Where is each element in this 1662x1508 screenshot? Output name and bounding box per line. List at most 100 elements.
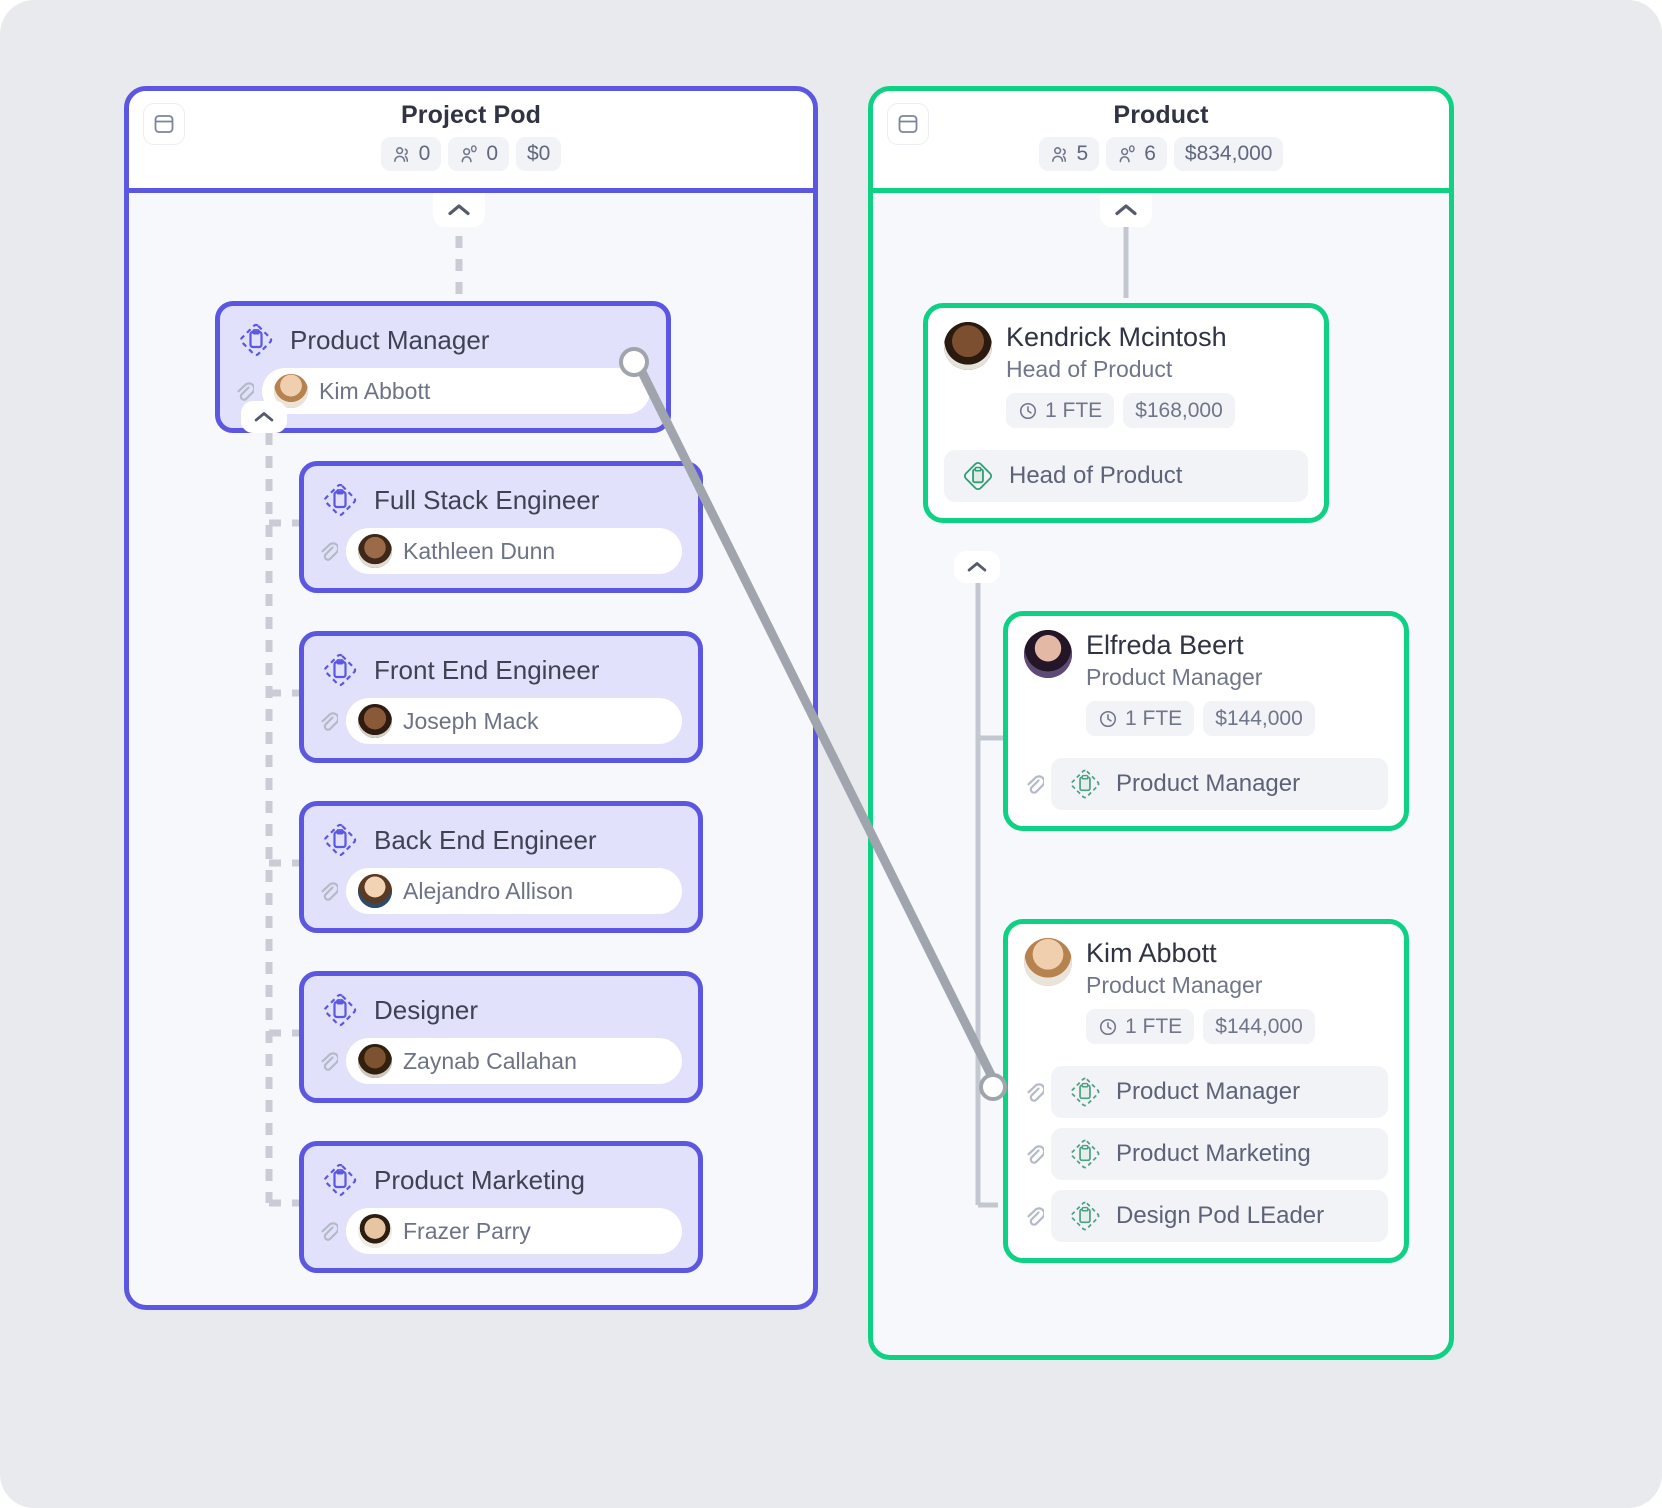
person-role: Head of Product xyxy=(1006,356,1173,383)
joseph-mack-avatar xyxy=(358,704,392,738)
role-card-header: Full Stack Engineer xyxy=(304,466,698,528)
stat-openroles: 0 xyxy=(448,137,509,172)
role-card-header: Back End Engineer xyxy=(304,806,698,868)
collapse-toggle-product[interactable] xyxy=(1100,193,1152,227)
stat-headcount: 0 xyxy=(380,137,442,172)
panel-title: Project Pod xyxy=(400,101,541,129)
person-name: Elfreda Beert xyxy=(1086,630,1244,660)
chip-salary: $144,000 xyxy=(1203,1009,1315,1045)
assignee-pill[interactable]: Joseph Mack xyxy=(346,698,682,744)
panel-header-product: Product 5 6 $834,000 xyxy=(873,91,1449,193)
role-card-title: Product Marketing xyxy=(374,1164,585,1195)
role-chip-product-manager[interactable]: Product Manager xyxy=(1051,1066,1388,1119)
role-assignee-row: Kathleen Dunn xyxy=(304,528,698,588)
paperclip-icon xyxy=(1024,1204,1044,1228)
stat-openroles-value: 0 xyxy=(486,142,498,165)
role-card-title: Full Stack Engineer xyxy=(374,484,600,515)
collapse-toggle-project-pod[interactable] xyxy=(433,193,485,227)
alejandro-allison-avatar xyxy=(358,874,392,908)
role-diamond-icon xyxy=(320,990,360,1030)
role-assignee-row: Alejandro Allison xyxy=(304,868,698,928)
chip-fte: 1 FTE xyxy=(1006,393,1115,429)
role-diamond-icon xyxy=(320,820,360,860)
role-card-header: Product Manager xyxy=(220,306,666,368)
role-card-designer[interactable]: Designer Zaynab Callahan xyxy=(299,971,703,1103)
role-card-front-end-engineer[interactable]: Front End Engineer Joseph Mack xyxy=(299,631,703,763)
role-diamond-dashed-icon xyxy=(1067,766,1103,802)
person-card-kim-abbott[interactable]: Kim Abbott Product Manager 1 FTE $144,00… xyxy=(1003,919,1409,1264)
assignee-name: Joseph Mack xyxy=(403,707,539,734)
collapse-toggle-product-manager[interactable] xyxy=(241,401,287,433)
person-role: Product Manager xyxy=(1086,972,1263,999)
person-chips: 1 FTE $144,000 xyxy=(1086,701,1315,737)
org-chart-canvas: Project Pod 0 0 $0 Product Manager Kim A… xyxy=(0,0,1662,1508)
clock-icon xyxy=(1099,1018,1117,1035)
assignee-pill[interactable]: Kim Abbott xyxy=(262,368,650,414)
role-diamond-dashed-icon xyxy=(1067,1198,1103,1234)
chip-salary-value: $168,000 xyxy=(1135,399,1223,423)
person-name: Kendrick Mcintosh xyxy=(1006,322,1227,352)
role-diamond-icon xyxy=(320,650,360,690)
person-zero-icon xyxy=(1119,144,1135,162)
stat-openroles-value: 6 xyxy=(1144,142,1156,165)
stat-budget: $0 xyxy=(516,137,562,172)
role-chip-label: Head of Product xyxy=(1009,462,1183,490)
assignee-pill[interactable]: Alejandro Allison xyxy=(346,868,682,914)
frazer-parry-avatar xyxy=(358,1214,392,1248)
zaynab-callahan-avatar xyxy=(358,1044,392,1078)
role-card-full-stack-engineer[interactable]: Full Stack Engineer Kathleen Dunn xyxy=(299,461,703,593)
stat-headcount-value: 0 xyxy=(418,142,431,165)
person-role: Product Manager xyxy=(1086,664,1263,691)
stat-headcount-value: 5 xyxy=(1076,142,1089,165)
assignee-pill[interactable]: Zaynab Callahan xyxy=(346,1038,682,1084)
chip-salary-value: $144,000 xyxy=(1215,707,1303,731)
stat-budget: $834,000 xyxy=(1173,137,1284,172)
chip-fte-value: 1 FTE xyxy=(1125,707,1183,731)
panel-card-icon[interactable] xyxy=(887,103,929,145)
role-card-header: Front End Engineer xyxy=(304,636,698,698)
role-diamond-dashed-icon xyxy=(1067,1074,1103,1110)
role-chip-design-pod-leader[interactable]: Design Pod LEader xyxy=(1051,1190,1388,1243)
person-role-chip-row: Product Manager xyxy=(1024,758,1388,811)
person-card-kendrick-mcintosh[interactable]: Kendrick Mcintosh Head of Product 1 FTE xyxy=(923,303,1329,524)
person-zero-icon xyxy=(461,144,478,162)
stat-openroles: 6 xyxy=(1106,137,1167,172)
assignee-pill[interactable]: Kathleen Dunn xyxy=(346,528,682,574)
person-card-elfreda-beert[interactable]: Elfreda Beert Product Manager 1 FTE $144… xyxy=(1003,611,1409,832)
panel-title: Product xyxy=(1113,101,1209,129)
kim-abbott-avatar xyxy=(1024,938,1072,986)
panel-stats: 5 6 $834,000 xyxy=(1038,137,1284,172)
chip-salary: $168,000 xyxy=(1123,393,1235,429)
role-chip-label: Product Manager xyxy=(1116,1078,1301,1106)
panel-stats: 0 0 $0 xyxy=(380,137,562,172)
role-chip-head-of-product[interactable]: Head of Product xyxy=(944,450,1308,503)
role-card-header: Product Marketing xyxy=(304,1146,698,1208)
chip-fte: 1 FTE xyxy=(1086,701,1195,737)
role-assignee-row: Zaynab Callahan xyxy=(304,1038,698,1098)
role-assignee-row: Joseph Mack xyxy=(304,698,698,758)
role-chip-label: Product Marketing xyxy=(1116,1140,1311,1168)
assignee-name: Alejandro Allison xyxy=(403,877,574,904)
paperclip-icon xyxy=(318,879,338,903)
chip-fte-value: 1 FTE xyxy=(1125,1015,1183,1039)
role-card-title: Back End Engineer xyxy=(374,824,597,855)
panel-header-project-pod: Project Pod 0 0 $0 xyxy=(129,91,813,193)
panel-card-icon[interactable] xyxy=(143,103,185,145)
paperclip-icon xyxy=(234,379,254,403)
panel-product[interactable]: Product 5 6 $834,000 Kendrick Mcintosh H… xyxy=(868,86,1454,1360)
panel-project-pod[interactable]: Project Pod 0 0 $0 Product Manager Kim A… xyxy=(124,86,818,1310)
role-chip-product-manager[interactable]: Product Manager xyxy=(1051,758,1388,811)
kendrick-mcintosh-avatar xyxy=(944,322,992,370)
role-diamond-solid-icon xyxy=(960,458,996,494)
assignee-pill[interactable]: Frazer Parry xyxy=(346,1208,682,1254)
role-card-back-end-engineer[interactable]: Back End Engineer Alejandro Allison xyxy=(299,801,703,933)
clock-icon xyxy=(1019,402,1037,419)
role-chip-product-marketing[interactable]: Product Marketing xyxy=(1051,1128,1388,1181)
role-card-header: Designer xyxy=(304,976,698,1038)
person-card-top: Kendrick Mcintosh Head of Product 1 FTE xyxy=(944,322,1308,429)
collapse-toggle-kendrick-mcintosh[interactable] xyxy=(954,551,1000,583)
person-card-top: Kim Abbott Product Manager 1 FTE $144,00… xyxy=(1024,938,1388,1045)
paperclip-icon xyxy=(1024,1080,1044,1104)
role-card-product-marketing[interactable]: Product Marketing Frazer Parry xyxy=(299,1141,703,1273)
person-role-chip-row: Head of Product xyxy=(944,450,1308,503)
